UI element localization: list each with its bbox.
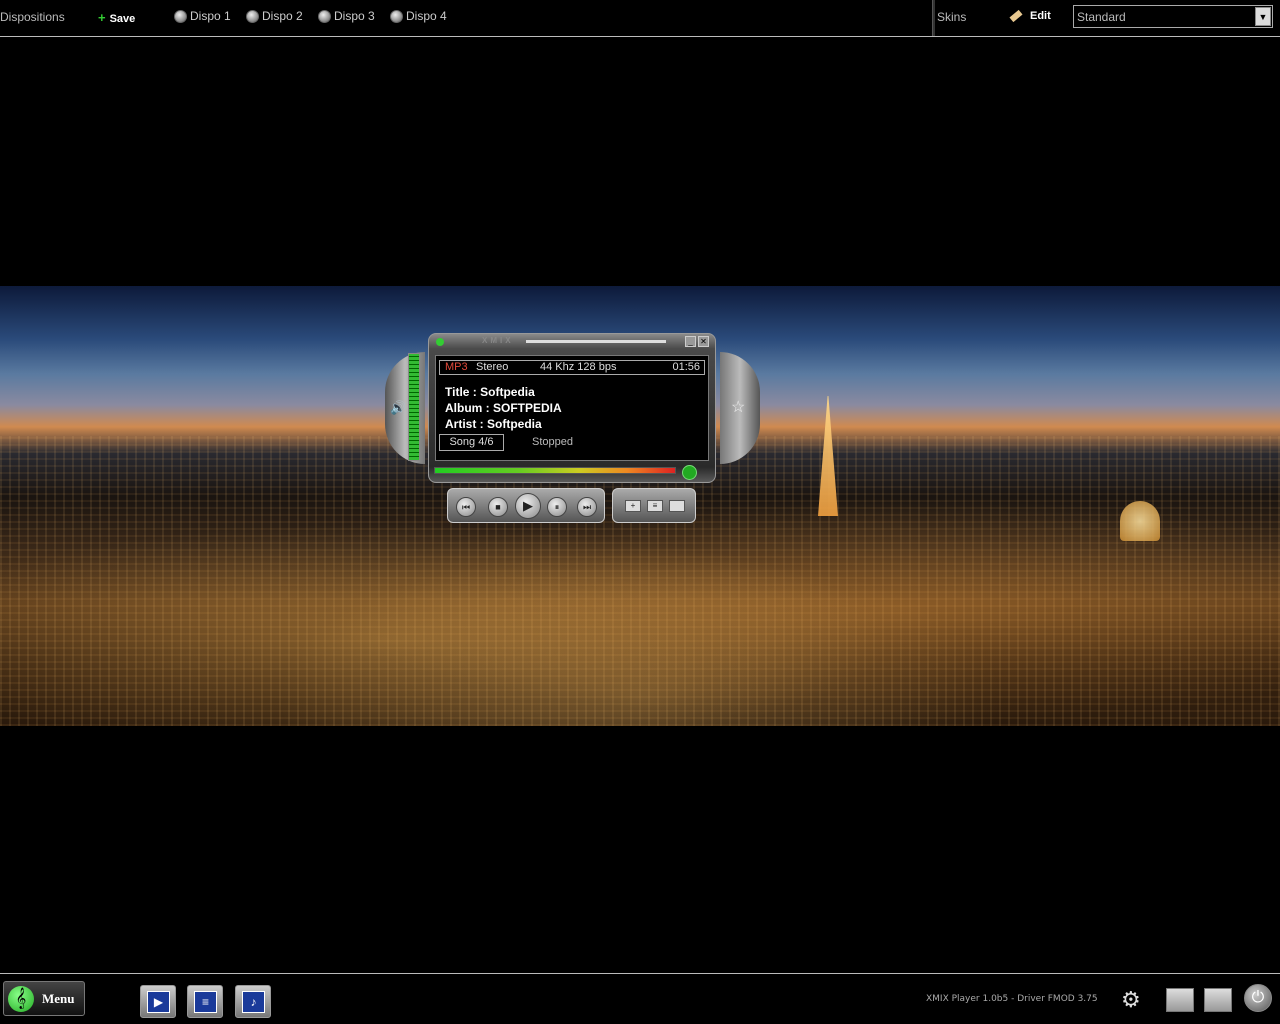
previous-icon[interactable]: ⏮ [456, 497, 476, 517]
mode-label: Stereo [476, 361, 509, 373]
transport-controls: ⏮ ■ ▶ ⏸ ⏭ [447, 488, 605, 523]
player-logo: XMIX [482, 336, 514, 345]
dispositions-label: Dispositions [0, 10, 65, 24]
bottom-bar: 𝄞 Menu ▶ ≡ ♪ XMIX Player 1.0b5 - Driver … [0, 973, 1280, 1024]
speaker-icon[interactable]: 🔊 [390, 400, 406, 416]
track-artist: Artist : Softpedia [445, 417, 542, 431]
skins-label: Skins [937, 10, 967, 24]
music-view-button[interactable]: ♪ [235, 985, 271, 1018]
star-icon[interactable]: ☆ [731, 397, 745, 417]
save-button[interactable]: + Save [98, 10, 135, 25]
seek-bar[interactable] [434, 467, 676, 474]
add-file-icon[interactable]: + [625, 500, 641, 512]
window-mode-button[interactable] [1204, 988, 1232, 1012]
toolbar-divider [932, 0, 935, 36]
radio-dispo-2[interactable]: Dispo 2 [246, 9, 303, 23]
plus-icon: + [98, 10, 106, 25]
window-icon[interactable] [669, 500, 685, 512]
menu-button[interactable]: 𝄞 Menu [3, 981, 85, 1016]
volume-slider[interactable] [408, 353, 420, 461]
pencil-icon [1009, 9, 1023, 23]
stop-icon[interactable]: ■ [488, 497, 508, 517]
status-led-icon [436, 338, 444, 346]
loop-icon[interactable] [682, 465, 697, 480]
info-bar: MP3 Stereo 44 Khz 128 bps 01:56 [439, 360, 705, 375]
music-note-icon: ♪ [242, 991, 265, 1013]
dome-building [1120, 501, 1160, 541]
radio-icon [174, 9, 187, 23]
track-title: Title : Softpedia [445, 385, 535, 399]
play-view-icon: ▶ [147, 991, 170, 1013]
top-toolbar: Dispositions + Save Dispo 1 Dispo 2 Dispo… [0, 0, 1280, 37]
song-counter-button[interactable]: Song 4/6 [439, 434, 504, 451]
rate-label: 44 Khz 128 bps [540, 361, 617, 373]
player-titlebar[interactable]: XMIX _ ✕ [436, 336, 709, 348]
close-button[interactable]: ✕ [698, 336, 709, 347]
minimize-button[interactable]: _ [685, 336, 696, 347]
position-bar[interactable] [526, 340, 666, 343]
power-icon[interactable]: ⏻ [1244, 984, 1272, 1012]
radio-icon [246, 9, 259, 23]
track-album: Album : SOFTPEDIA [445, 401, 562, 415]
playlist-icon[interactable]: ≡ [647, 500, 663, 512]
playlist-view-button[interactable]: ≡ [187, 985, 223, 1018]
next-icon[interactable]: ⏭ [577, 497, 597, 517]
chevron-down-icon[interactable]: ▼ [1255, 7, 1271, 26]
edit-skin-button[interactable]: Edit [1009, 9, 1051, 23]
treble-clef-icon: 𝄞 [8, 986, 34, 1012]
pause-icon[interactable]: ⏸ [547, 497, 567, 517]
playback-status: Stopped [532, 436, 573, 448]
player-display: MP3 Stereo 44 Khz 128 bps 01:56 Title : … [435, 355, 709, 461]
radio-dispo-3[interactable]: Dispo 3 [318, 9, 375, 23]
home-button[interactable] [1166, 988, 1194, 1012]
gear-icon[interactable]: ⚙ [1121, 987, 1141, 1013]
play-icon[interactable]: ▶ [515, 493, 541, 519]
radio-dispo-1[interactable]: Dispo 1 [174, 9, 231, 23]
skin-select[interactable]: Standard ▼ [1073, 5, 1273, 28]
extra-controls: + ≡ [612, 488, 696, 523]
time-label: 01:56 [672, 361, 700, 373]
radio-icon [390, 9, 403, 23]
version-info: XMIX Player 1.0b5 - Driver FMOD 3.75 [926, 994, 1098, 1004]
radio-icon [318, 9, 331, 23]
format-label: MP3 [445, 361, 468, 373]
list-icon: ≡ [194, 991, 217, 1013]
player-view-button[interactable]: ▶ [140, 985, 176, 1018]
player-window: XMIX _ ✕ MP3 Stereo 44 Khz 128 bps 01:56… [428, 333, 716, 483]
radio-dispo-4[interactable]: Dispo 4 [390, 9, 447, 23]
